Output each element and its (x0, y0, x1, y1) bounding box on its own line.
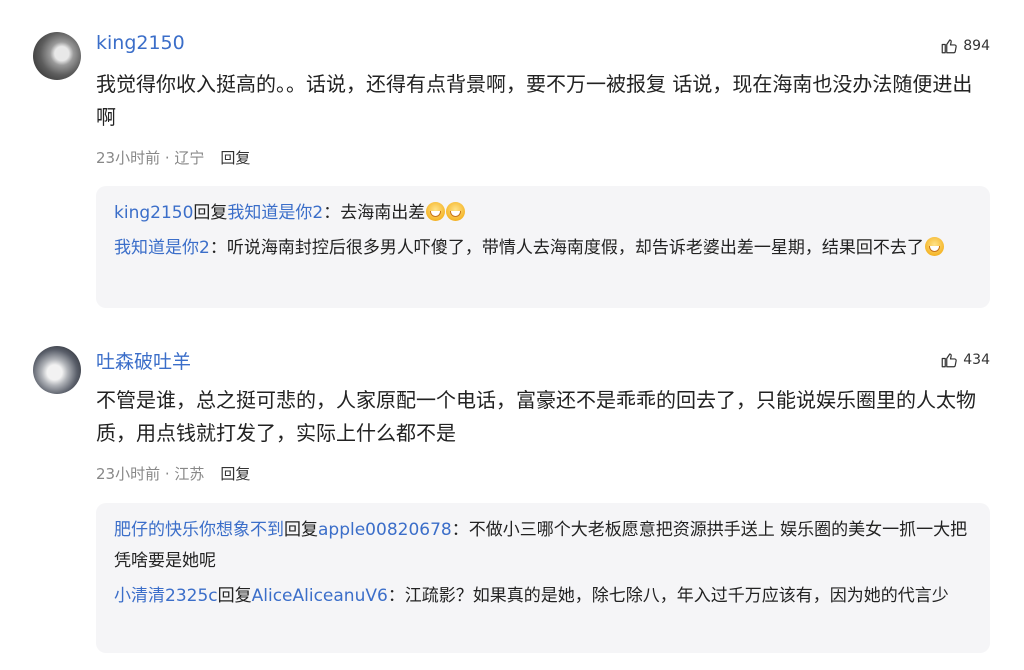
comment-location: 江苏 (174, 465, 205, 483)
reply-item: king2150回复我知道是你2：去海南出差 (114, 198, 972, 229)
reply-thread: king2150回复我知道是你2：去海南出差 我知道是你2：听说海南封控后很多男… (96, 186, 990, 308)
reply-item: 我知道是你2：听说海南封控后很多男人吓傻了，带情人去海南度假，却告诉老婆出差一星… (114, 233, 972, 264)
reply-word: 回复 (193, 203, 228, 223)
comment-username[interactable]: 吐森破吐羊 (96, 347, 191, 374)
grinning-emoji-icon (924, 237, 944, 256)
comment-time: 23小时前 (96, 149, 161, 167)
comment-text: 不管是谁，总之挺可悲的，人家原配一个电话，富豪还不是乖乖的回去了，只能说娱乐圈里… (96, 388, 976, 445)
grinning-emoji-icon (426, 202, 446, 221)
comment-meta: 23小时前 · 江苏 回复 (96, 463, 251, 484)
comment-location: 辽宁 (174, 149, 205, 167)
reply-username[interactable]: 小清清2325c (114, 586, 218, 606)
thumbs-up-icon (941, 353, 957, 368)
like-count: 434 (963, 352, 990, 368)
reply-item: 小清清2325c回复AliceAliceanuV6：江疏影？如果真的是她，除七除… (114, 581, 972, 612)
avatar[interactable] (33, 32, 81, 80)
reply-target-username[interactable]: apple00820678 (318, 520, 452, 540)
reply-text: ：听说海南封控后很多男人吓傻了，带情人去海南度假，却告诉老婆出差一星期，结果回不… (209, 238, 924, 258)
reply-word: 回复 (217, 586, 252, 606)
comment-text: 我觉得你收入挺高的。。话说，还得有点背景啊，要不万一被报复 话说，现在海南也没办… (96, 72, 973, 129)
thumbs-up-icon (941, 39, 957, 54)
reply-target-username[interactable]: AliceAliceanuV6 (252, 586, 388, 606)
reply-thread: 肥仔的快乐你想象不到回复apple00820678：不做小三哪个大老板愿意把资源… (96, 503, 990, 653)
avatar[interactable] (33, 346, 81, 394)
reply-username[interactable]: 我知道是你2 (114, 238, 210, 258)
reply-word: 回复 (284, 520, 318, 540)
reply-text: ：江疏影？如果真的是她，除七除八，年入过千万应该有，因为她的代言少 (387, 586, 949, 606)
reply-text: ：去海南出差 (323, 203, 426, 223)
reply-item: 肥仔的快乐你想象不到回复apple00820678：不做小三哪个大老板愿意把资源… (114, 515, 972, 577)
like-count: 894 (963, 38, 990, 54)
like-button[interactable]: 434 (940, 351, 990, 369)
reply-username[interactable]: king2150 (114, 203, 193, 223)
reply-button[interactable]: 回复 (220, 147, 250, 168)
reply-username[interactable]: 肥仔的快乐你想象不到 (114, 520, 284, 540)
reply-button[interactable]: 回复 (220, 463, 250, 484)
comment-time: 23小时前 (96, 465, 161, 483)
comment-meta: 23小时前 · 辽宁 回复 (96, 147, 251, 168)
reply-target-username[interactable]: 我知道是你2 (227, 203, 323, 223)
comment-username[interactable]: king2150 (96, 32, 185, 54)
grinning-emoji-icon (446, 202, 466, 221)
like-button[interactable]: 894 (940, 37, 990, 55)
